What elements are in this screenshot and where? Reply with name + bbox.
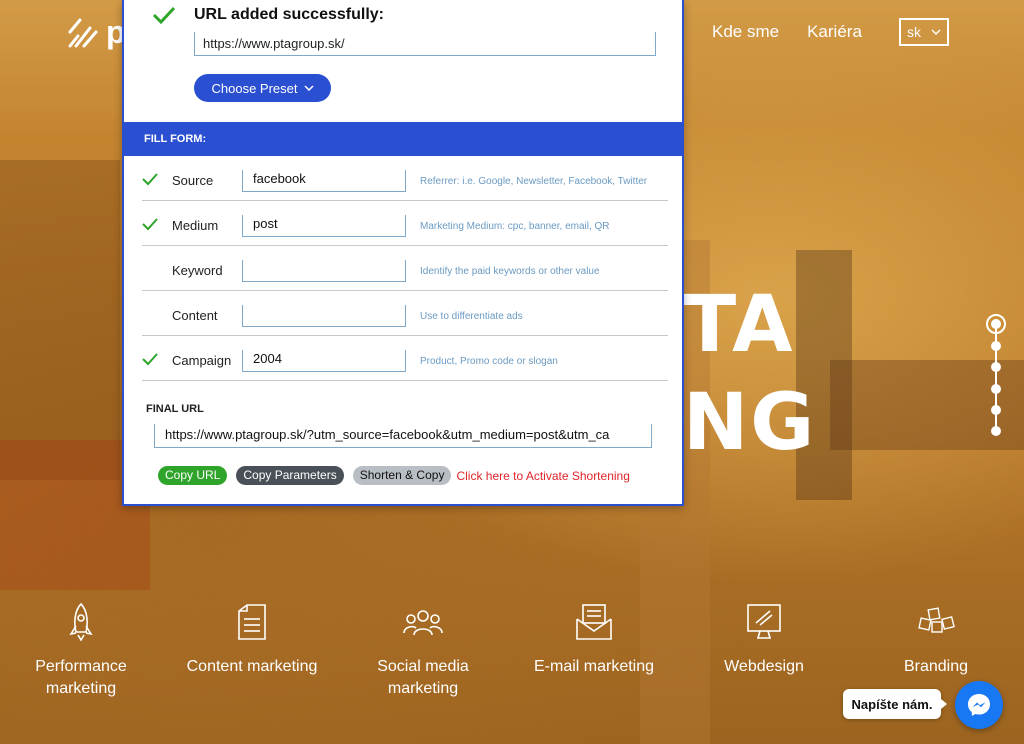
slide-pager: [986, 314, 1006, 438]
content-label: Content: [172, 308, 218, 323]
background-window: [0, 160, 120, 480]
service-label: Webdesign: [724, 658, 804, 675]
document-icon: [232, 600, 272, 644]
keyword-label: Keyword: [172, 263, 223, 278]
hero-heading-line-2: NG: [683, 378, 817, 468]
added-url-field[interactable]: https://www.ptagroup.sk/: [194, 32, 656, 56]
service-label: Social media marketing: [377, 658, 469, 697]
medium-label: Medium: [172, 218, 219, 233]
hero-heading-line-1: TA: [683, 280, 795, 370]
service-label: Content marketing: [186, 658, 318, 675]
medium-input[interactable]: post: [242, 215, 406, 237]
chevron-down-icon: [303, 85, 314, 91]
service-performance-marketing[interactable]: Performance marketing: [1, 600, 161, 700]
medium-hint: Marketing Medium: cpc, banner, email, QR: [420, 221, 610, 232]
nav-item-kde-sme[interactable]: Kde sme: [712, 22, 779, 42]
success-title: URL added successfully:: [194, 6, 384, 23]
checkmark-icon: [152, 6, 176, 24]
param-row-content: Content Use to differentiate ads: [142, 291, 668, 336]
checkmark-icon: [142, 173, 158, 186]
param-row-campaign: Campaign 2004 Product, Promo code or slo…: [142, 336, 668, 381]
content-hint: Use to differentiate ads: [420, 311, 523, 322]
rocket-icon: [61, 600, 101, 644]
pager-dot[interactable]: [991, 362, 1001, 372]
param-row-source: Source facebook Referrer: i.e. Google, N…: [142, 156, 668, 201]
service-content-marketing[interactable]: Content marketing: [172, 600, 332, 678]
site-logo[interactable]: p: [66, 14, 126, 50]
copy-parameters-button[interactable]: Copy Parameters: [236, 466, 344, 485]
checkmark-icon: [142, 218, 158, 231]
campaign-label: Campaign: [172, 353, 232, 368]
service-webdesign[interactable]: Webdesign: [684, 600, 844, 678]
source-hint: Referrer: i.e. Google, Newsletter, Faceb…: [420, 176, 648, 187]
param-row-keyword: Keyword Identify the paid keywords or ot…: [142, 246, 668, 291]
messenger-icon: [968, 694, 990, 716]
pager-dot[interactable]: [986, 314, 1006, 334]
service-label: Performance marketing: [35, 658, 127, 697]
logo-mark-icon: [68, 18, 98, 48]
utm-builder-panel: URL added successfully: https://www.ptag…: [122, 0, 684, 506]
chat-tooltip[interactable]: Napíšte nám.: [843, 689, 947, 719]
copy-url-button[interactable]: Copy URL: [158, 466, 228, 485]
nav-item-kariera[interactable]: Kariéra: [807, 22, 862, 42]
source-label: Source: [172, 173, 214, 188]
service-social-media-marketing[interactable]: Social media marketing: [343, 600, 503, 700]
service-email-marketing[interactable]: E-mail marketing: [514, 600, 674, 678]
language-value: sk: [907, 24, 921, 40]
keyword-input[interactable]: [242, 260, 406, 282]
service-label: Branding: [903, 658, 969, 675]
people-icon: [403, 600, 443, 644]
envelope-icon: [574, 600, 614, 644]
pager-dot[interactable]: [991, 426, 1001, 436]
source-input[interactable]: facebook: [242, 170, 406, 192]
messenger-chat-button[interactable]: [955, 681, 1003, 729]
campaign-hint: Product, Promo code or slogan: [420, 356, 558, 367]
choose-preset-button[interactable]: Choose Preset: [194, 74, 331, 102]
shorten-copy-button[interactable]: Shorten & Copy: [352, 466, 452, 485]
action-buttons: Copy URL Copy Parameters Shorten & Copy …: [158, 466, 630, 485]
final-url-field[interactable]: https://www.ptagroup.sk/?utm_source=face…: [154, 424, 652, 448]
chevron-down-icon: [931, 29, 941, 35]
service-branding[interactable]: Branding: [856, 600, 1016, 678]
monitor-icon: [744, 600, 784, 644]
content-input[interactable]: [242, 305, 406, 327]
service-label: E-mail marketing: [533, 658, 655, 675]
checkmark-icon: [142, 353, 158, 366]
pager-dot[interactable]: [991, 405, 1001, 415]
fill-form-header: FILL FORM:: [124, 122, 684, 156]
keyword-hint: Identify the paid keywords or other valu…: [420, 266, 600, 277]
campaign-input[interactable]: 2004: [242, 350, 406, 372]
main-nav: Kde sme Kariéra: [712, 22, 862, 42]
language-select[interactable]: sk: [899, 18, 949, 46]
pager-dot[interactable]: [991, 384, 1001, 394]
activate-shortening-link[interactable]: Click here to Activate Shortening: [456, 469, 629, 483]
success-message: URL added successfully:: [152, 6, 384, 24]
final-url-label: FINAL URL: [146, 403, 204, 415]
choose-preset-label: Choose Preset: [211, 80, 298, 96]
pager-dot[interactable]: [991, 341, 1001, 351]
blocks-icon: [916, 600, 956, 644]
param-row-medium: Medium post Marketing Medium: cpc, banne…: [142, 201, 668, 246]
